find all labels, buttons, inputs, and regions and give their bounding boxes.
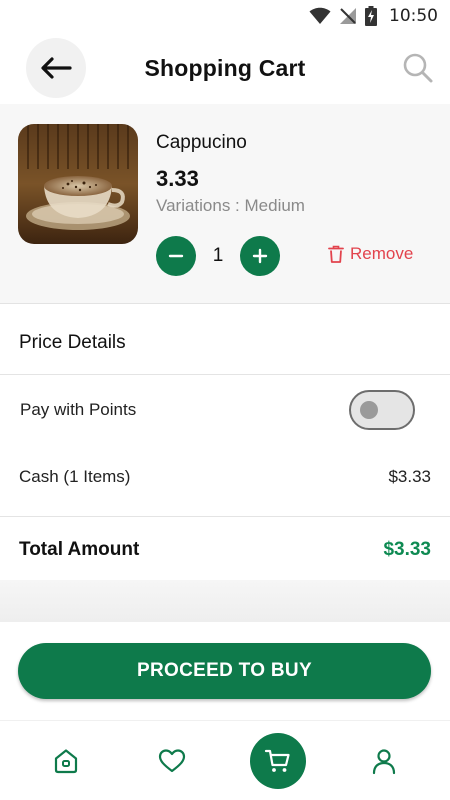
increase-quantity-button[interactable] bbox=[240, 236, 280, 276]
battery-charging-icon bbox=[365, 6, 377, 26]
page-title: Shopping Cart bbox=[144, 54, 306, 81]
wifi-icon bbox=[309, 7, 331, 24]
user-icon bbox=[372, 749, 396, 775]
proceed-to-buy-button[interactable]: PROCEED TO BUY bbox=[18, 643, 431, 699]
nav-cart[interactable] bbox=[250, 733, 306, 789]
decrease-quantity-button[interactable] bbox=[156, 236, 196, 276]
remove-label: Remove bbox=[350, 244, 414, 263]
total-amount-value: $3.33 bbox=[383, 539, 431, 560]
nav-profile[interactable] bbox=[364, 741, 404, 781]
remove-button[interactable]: Remove bbox=[328, 244, 413, 264]
divider bbox=[0, 516, 450, 517]
status-time: 10:50 bbox=[389, 6, 438, 26]
plus-icon bbox=[252, 248, 268, 264]
home-icon bbox=[54, 749, 78, 774]
cash-label: Cash (1 Items) bbox=[19, 467, 131, 486]
quantity-value: 1 bbox=[212, 245, 224, 266]
total-amount-label: Total Amount bbox=[19, 539, 140, 560]
price-details-title: Price Details bbox=[19, 332, 126, 353]
cart-item: Cappucino 3.33 Variations : Medium 1 Rem… bbox=[0, 104, 450, 304]
nav-favorites[interactable] bbox=[152, 741, 192, 781]
cash-value: $3.33 bbox=[388, 467, 431, 486]
minus-icon bbox=[168, 254, 184, 258]
divider bbox=[0, 374, 450, 375]
price-details-section: Price Details Pay with Points Cash (1 It… bbox=[0, 311, 450, 580]
nav-home[interactable] bbox=[46, 741, 86, 781]
toggle-knob bbox=[360, 401, 378, 419]
pay-with-points-toggle[interactable] bbox=[349, 390, 415, 430]
product-image bbox=[18, 124, 138, 244]
back-button[interactable] bbox=[26, 38, 86, 98]
section-spacer bbox=[0, 580, 450, 622]
bottom-navigation bbox=[0, 720, 450, 800]
search-button[interactable] bbox=[400, 50, 436, 86]
pay-with-points-label: Pay with Points bbox=[20, 400, 137, 419]
product-price: 3.33 bbox=[156, 166, 199, 191]
product-name: Cappucino bbox=[156, 132, 247, 153]
heart-icon bbox=[158, 749, 186, 773]
product-variation: Variations : Medium bbox=[156, 196, 305, 215]
no-signal-icon bbox=[340, 8, 356, 24]
arrow-left-icon bbox=[41, 57, 72, 79]
app-header: Shopping Cart bbox=[0, 32, 450, 104]
search-icon bbox=[403, 53, 433, 83]
checkout-bar: PROCEED TO BUY bbox=[0, 622, 450, 720]
cart-icon bbox=[264, 749, 290, 772]
status-bar: 10:50 bbox=[0, 0, 450, 32]
trash-icon bbox=[328, 245, 344, 263]
